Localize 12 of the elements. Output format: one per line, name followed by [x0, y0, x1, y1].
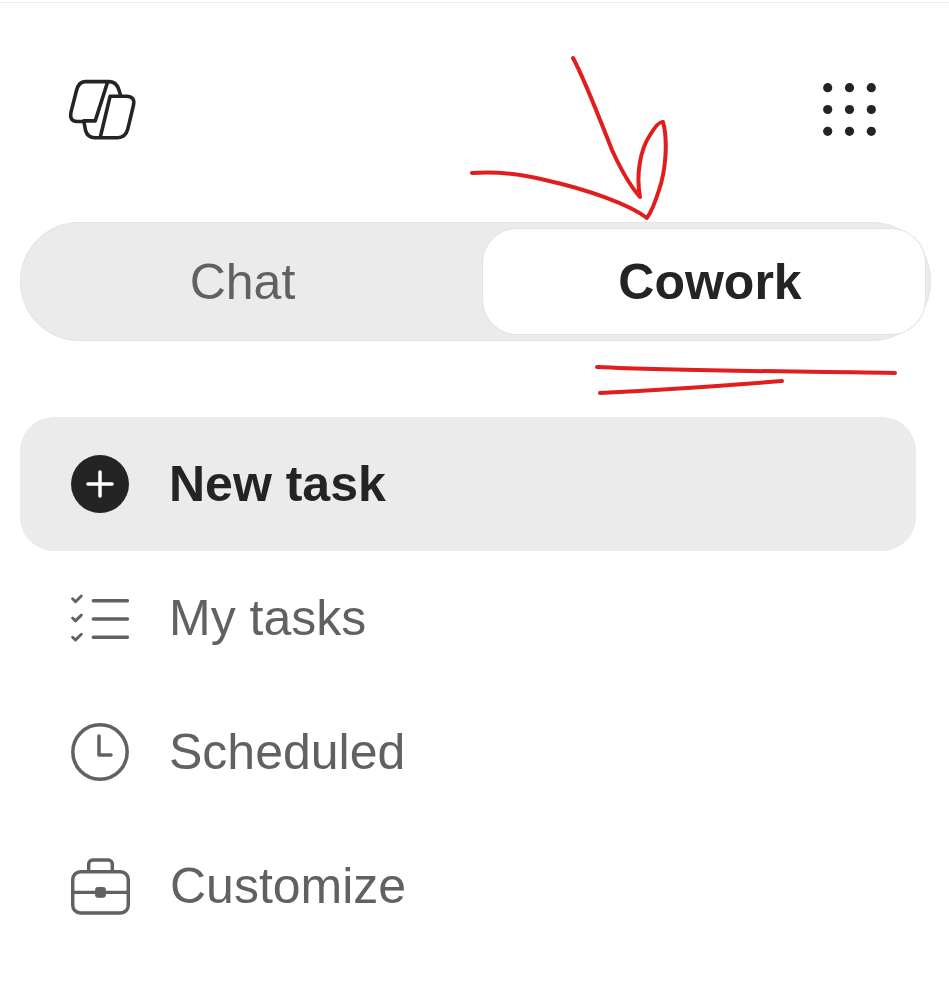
nav-item[interactable]: Scheduled — [20, 685, 916, 819]
nav-item[interactable]: Customize — [20, 819, 916, 953]
nav-item[interactable]: New task — [20, 417, 916, 551]
briefcase-icon — [71, 857, 130, 915]
tab[interactable]: Chat — [26, 229, 477, 334]
tab[interactable]: Cowork — [483, 229, 925, 334]
checklist-icon — [71, 594, 129, 642]
dot-grid-icon[interactable] — [823, 82, 876, 136]
app-logo-icon — [68, 78, 138, 140]
nav-item[interactable]: My tasks — [20, 551, 916, 685]
plus-circle-icon — [71, 455, 129, 513]
clock-icon — [71, 723, 129, 781]
